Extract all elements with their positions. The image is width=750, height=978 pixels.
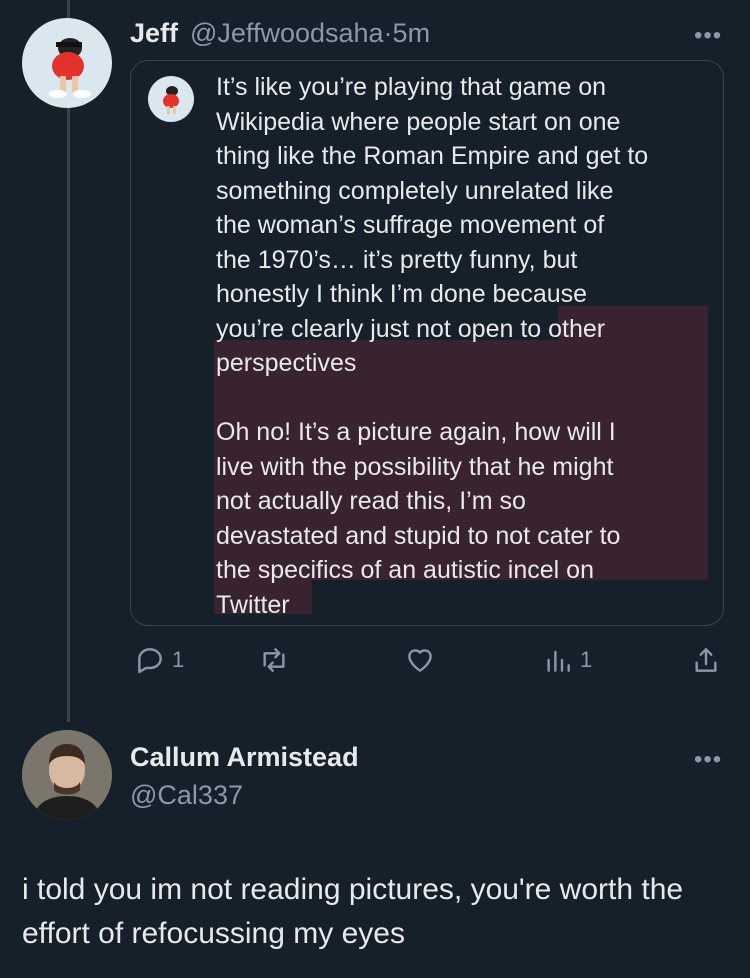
share-icon	[695, 648, 717, 672]
like-button[interactable]	[404, 644, 436, 676]
author-meta[interactable]: @Jeffwoodsaha·5m	[190, 18, 430, 49]
heart-icon	[408, 649, 432, 672]
avatar[interactable]	[22, 18, 112, 108]
reply-icon	[138, 648, 162, 674]
share-button[interactable]	[690, 644, 722, 676]
retweet-button[interactable]	[258, 644, 290, 676]
more-options-icon[interactable]: •••	[694, 746, 722, 774]
meta-separator: ·	[383, 18, 393, 48]
views-button[interactable]: 1	[542, 644, 592, 676]
retweet-icon	[263, 648, 285, 672]
quoted-avatar	[148, 76, 194, 122]
author-name[interactable]: Callum Armistead	[130, 742, 359, 773]
author-handle[interactable]: @Jeffwoodsaha	[190, 18, 384, 48]
timestamp[interactable]: 5m	[393, 18, 431, 48]
reply-button[interactable]: 1	[134, 644, 184, 676]
views-icon	[547, 650, 570, 672]
tweet-text: i told you im not reading pictures, you'…	[22, 873, 684, 950]
action-bar: 1 1	[0, 644, 750, 684]
avatar[interactable]	[22, 730, 112, 820]
quoted-text: It’s like you’re playing that game on Wi…	[216, 73, 649, 619]
views-count: 1	[580, 647, 593, 672]
reply-count: 1	[172, 647, 185, 672]
author-name[interactable]: Jeff	[130, 18, 178, 49]
thread-line	[67, 0, 70, 722]
more-options-icon[interactable]: •••	[694, 22, 722, 50]
author-handle[interactable]: @Cal337	[130, 780, 243, 811]
